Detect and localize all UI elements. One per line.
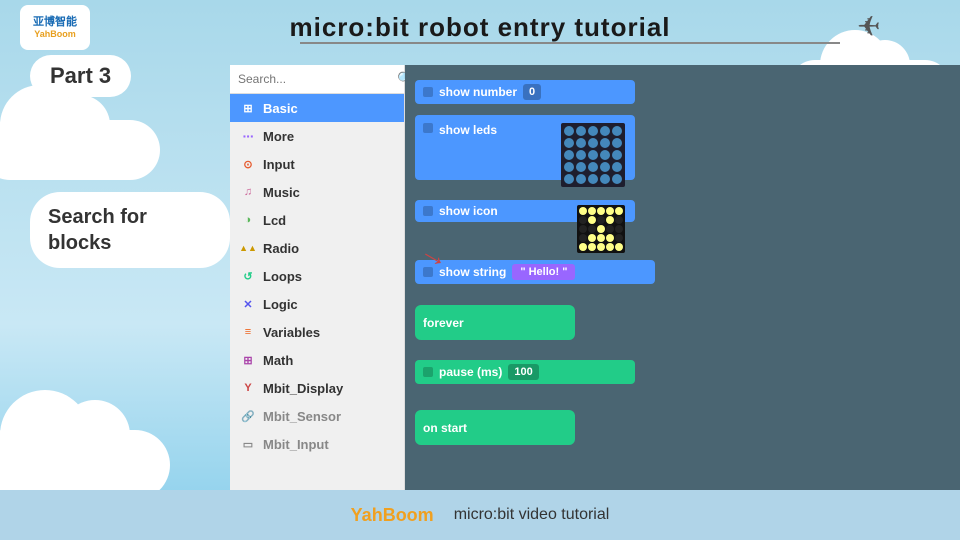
sidebar-item-variables[interactable]: ≡ Variables <box>230 318 404 346</box>
radio-icon: ▲▲ <box>240 240 256 256</box>
sidebar-item-music[interactable]: ♫ Music <box>230 178 404 206</box>
block-value-show-string: " Hello! " <box>512 264 575 280</box>
left-panel: Part 3 Search for blocks <box>30 55 230 268</box>
forever-block[interactable]: forever <box>415 305 575 340</box>
block-label-forever: forever <box>423 316 464 330</box>
variables-icon: ≡ <box>240 324 256 340</box>
toolbox: 🔍 ⊞ Basic ··· More ⊙ Input ♫ Music <box>230 65 405 490</box>
sidebar-item-math[interactable]: ⊞ Math <box>230 346 404 374</box>
workspace: show number 0 show leds <box>405 65 960 490</box>
category-label-mbit-display: Mbit_Display <box>263 381 343 396</box>
math-icon: ⊞ <box>240 352 256 368</box>
search-bar[interactable]: 🔍 <box>230 65 404 94</box>
block-connector-icon <box>423 206 433 216</box>
block-value-pause: 100 <box>508 364 538 380</box>
loops-icon: ↺ <box>240 268 256 284</box>
page-title: micro:bit robot entry tutorial <box>90 12 870 43</box>
search-input[interactable] <box>238 72 393 86</box>
more-icon: ··· <box>240 128 256 144</box>
show-string-block[interactable]: show string " Hello! " <box>415 260 655 284</box>
sidebar-item-basic[interactable]: ⊞ Basic <box>230 94 404 122</box>
block-label-show-number: show number <box>439 85 517 99</box>
sidebar-item-mbit-display[interactable]: Y Mbit_Display <box>230 374 404 402</box>
category-label-radio: Radio <box>263 241 299 256</box>
block-label-show-leds: show leds <box>439 123 497 137</box>
sidebar-item-loops[interactable]: ↺ Loops <box>230 262 404 290</box>
logo-bottom: YahBoom <box>34 29 76 39</box>
on-start-block[interactable]: on start <box>415 410 575 445</box>
block-connector-pause <box>423 367 433 377</box>
category-label-led: Lcd <box>263 213 286 228</box>
block-connector-leds <box>423 123 433 133</box>
block-label-show-icon: show icon <box>439 204 498 218</box>
sidebar-item-logic[interactable]: ✕ Logic <box>230 290 404 318</box>
category-list: ⊞ Basic ··· More ⊙ Input ♫ Music ◑ Lcd <box>230 94 404 490</box>
music-icon: ♫ <box>240 184 256 200</box>
mbit-input-icon: ▭ <box>240 436 256 452</box>
basic-icon: ⊞ <box>240 100 256 116</box>
logic-icon: ✕ <box>240 296 256 312</box>
pause-block[interactable]: pause (ms) 100 <box>415 360 635 384</box>
sidebar-item-more[interactable]: ··· More <box>230 122 404 150</box>
footer-text: micro:bit video tutorial <box>454 506 610 524</box>
block-label-on-start: on start <box>423 421 467 435</box>
mbit-sensor-icon: 🔗 <box>240 408 256 424</box>
search-label: Search for blocks <box>30 192 230 268</box>
block-label-pause: pause (ms) <box>439 365 502 379</box>
block-label-show-string: show string <box>439 265 506 279</box>
show-icon-block[interactable]: show icon <box>415 200 635 222</box>
sidebar-item-mbit-input[interactable]: ▭ Mbit_Input <box>230 430 404 458</box>
header: 亚博智能 YahBoom micro:bit robot entry tutor… <box>0 0 960 55</box>
part-label: Part 3 <box>30 55 131 97</box>
category-label-input: Input <box>263 157 295 172</box>
category-label-math: Math <box>263 353 293 368</box>
show-number-block[interactable]: show number 0 <box>415 80 635 104</box>
category-label-mbit-sensor: Mbit_Sensor <box>263 409 341 424</box>
search-label-line1: Search for <box>48 206 147 228</box>
logo-box: 亚博智能 YahBoom <box>20 5 90 50</box>
led-icon: ◑ <box>240 212 256 228</box>
category-label-loops: Loops <box>263 269 302 284</box>
logo-top: 亚博智能 <box>33 16 77 28</box>
sidebar-item-input[interactable]: ⊙ Input <box>230 150 404 178</box>
footer-logo: YahBoom <box>351 505 434 526</box>
sidebar-item-radio[interactable]: ▲▲ Radio <box>230 234 404 262</box>
category-label-logic: Logic <box>263 297 298 312</box>
logo-area: 亚博智能 YahBoom <box>20 5 90 50</box>
category-label-more: More <box>263 129 294 144</box>
editor-area: 🔍 ⊞ Basic ··· More ⊙ Input ♫ Music <box>230 65 960 490</box>
category-label-basic: Basic <box>263 101 298 116</box>
input-icon: ⊙ <box>240 156 256 172</box>
mbit-display-icon: Y <box>240 380 256 396</box>
category-label-variables: Variables <box>263 325 320 340</box>
category-label-mbit-input: Mbit_Input <box>263 437 329 452</box>
footer: YahBoom micro:bit video tutorial <box>0 490 960 540</box>
sidebar-item-mbit-sensor[interactable]: 🔗 Mbit_Sensor <box>230 402 404 430</box>
sidebar-item-led[interactable]: ◑ Lcd <box>230 206 404 234</box>
block-value-show-number: 0 <box>523 84 541 100</box>
category-label-music: Music <box>263 185 300 200</box>
block-connector <box>423 87 433 97</box>
search-label-line2: blocks <box>48 232 111 254</box>
led-grid-icon <box>577 205 625 253</box>
led-grid-leds <box>561 123 625 187</box>
show-leds-block[interactable]: show leds <box>415 115 635 180</box>
